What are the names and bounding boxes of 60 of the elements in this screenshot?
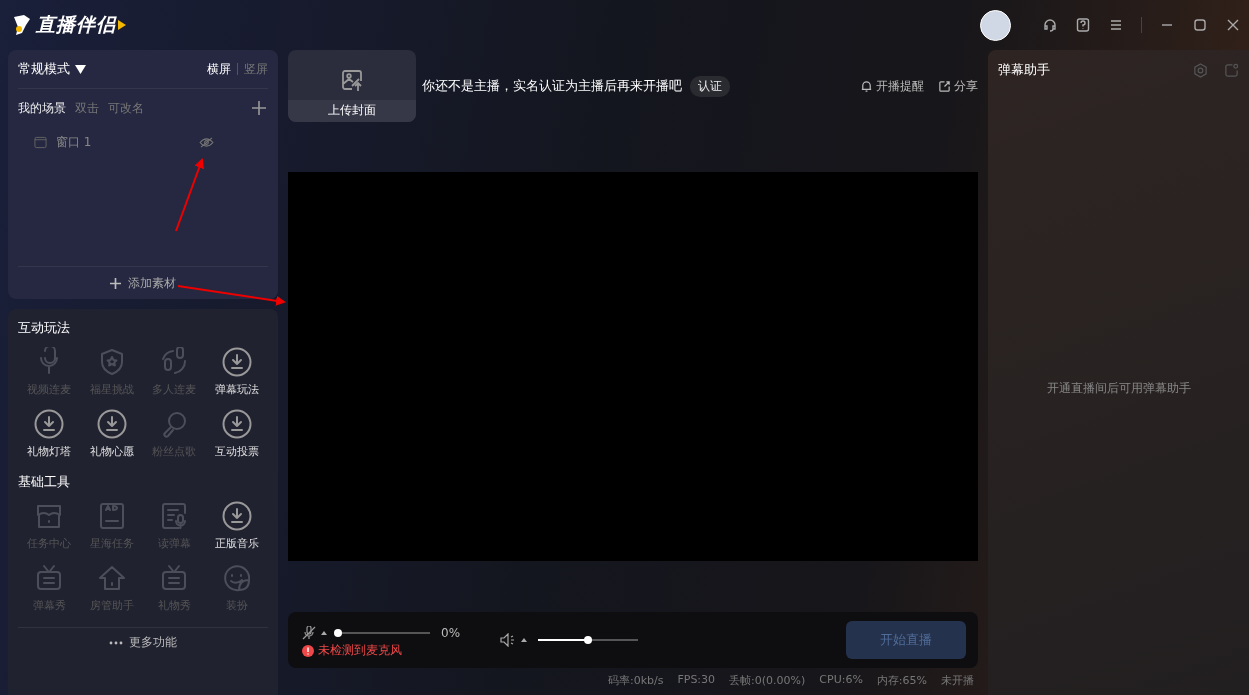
menu-icon[interactable]	[1108, 17, 1124, 33]
download-icon	[221, 347, 252, 377]
mic-volume-reading: 0%	[441, 626, 461, 640]
orientation-tab[interactable]: 竖屏	[244, 60, 268, 78]
share-link[interactable]: 分享	[938, 77, 978, 95]
download-icon	[221, 501, 252, 531]
headset-icon[interactable]	[1042, 17, 1058, 33]
sticker-smile-icon	[221, 563, 252, 593]
add-material-button[interactable]: 添加素材	[110, 274, 176, 292]
scene-hint: 可改名	[108, 99, 144, 117]
live-reminder-link[interactable]: 开播提醒	[860, 77, 924, 95]
tool-button[interactable]: 弹幕玩法	[205, 347, 268, 397]
warning-icon	[302, 644, 314, 657]
caret-down-icon	[75, 64, 86, 74]
help-icon[interactable]	[1075, 17, 1091, 33]
notice-text: 你还不是主播，实名认证为主播后再来开播吧	[422, 77, 682, 95]
status-text: FPS:30	[677, 673, 716, 688]
add-scene-icon[interactable]	[252, 101, 266, 115]
verify-button[interactable]: 认证	[690, 75, 730, 97]
scene-hint: 双击	[75, 99, 99, 117]
download-icon	[34, 409, 65, 439]
avatar[interactable]	[980, 9, 1011, 41]
play-triangle-icon	[118, 20, 126, 30]
panel-title: 弹幕助手	[998, 61, 1050, 79]
tool-button[interactable]: 正版音乐	[205, 501, 268, 551]
empty-message: 开通直播间后可用弹幕助手	[1046, 380, 1191, 397]
status-text: 未开播	[941, 673, 974, 688]
status-text: 丢帧:0(0.00%)	[729, 673, 806, 688]
status-text: 内存:65%	[876, 673, 927, 688]
plus-icon	[110, 277, 121, 289]
window-icon	[34, 135, 47, 149]
maximize-icon[interactable]	[1192, 17, 1208, 33]
orientation-tab[interactable]: 横屏	[207, 60, 231, 78]
image-upload-icon	[340, 68, 364, 92]
bell-icon	[860, 79, 873, 93]
section-title: 基础工具	[18, 473, 71, 491]
eye-hidden-icon[interactable]	[199, 136, 214, 148]
close-icon[interactable]	[1225, 17, 1241, 33]
section-title: 互动玩法	[18, 319, 71, 337]
share-icon	[938, 79, 951, 93]
tool-button[interactable]: 礼物灯塔	[18, 409, 81, 459]
scene-list-title: 我的场景	[18, 99, 66, 117]
scene-item[interactable]: 窗口 1	[56, 133, 190, 151]
download-icon	[221, 409, 252, 439]
app-title: 直播伴侣	[36, 12, 116, 37]
speaker-icon[interactable]	[500, 633, 517, 647]
download-icon	[96, 409, 127, 439]
more-dots-icon	[109, 640, 123, 645]
status-text: 码率:0kb/s	[607, 673, 664, 688]
upload-cover-button[interactable]: 上传封面	[288, 50, 416, 122]
tool-button[interactable]: 互动投票	[205, 409, 268, 459]
caret-icon[interactable]	[521, 638, 528, 642]
microphone-muted-icon[interactable]	[302, 626, 316, 640]
tool-button[interactable]: 礼物心愿	[80, 409, 143, 459]
more-features-button[interactable]: 更多功能	[109, 634, 177, 651]
mode-dropdown[interactable]: 常规模式	[18, 60, 86, 78]
status-text: CPU:6%	[819, 673, 863, 688]
mic-warning: 未检测到麦克风	[302, 643, 461, 658]
house-icon	[96, 563, 127, 593]
caret-icon[interactable]	[321, 631, 327, 635]
